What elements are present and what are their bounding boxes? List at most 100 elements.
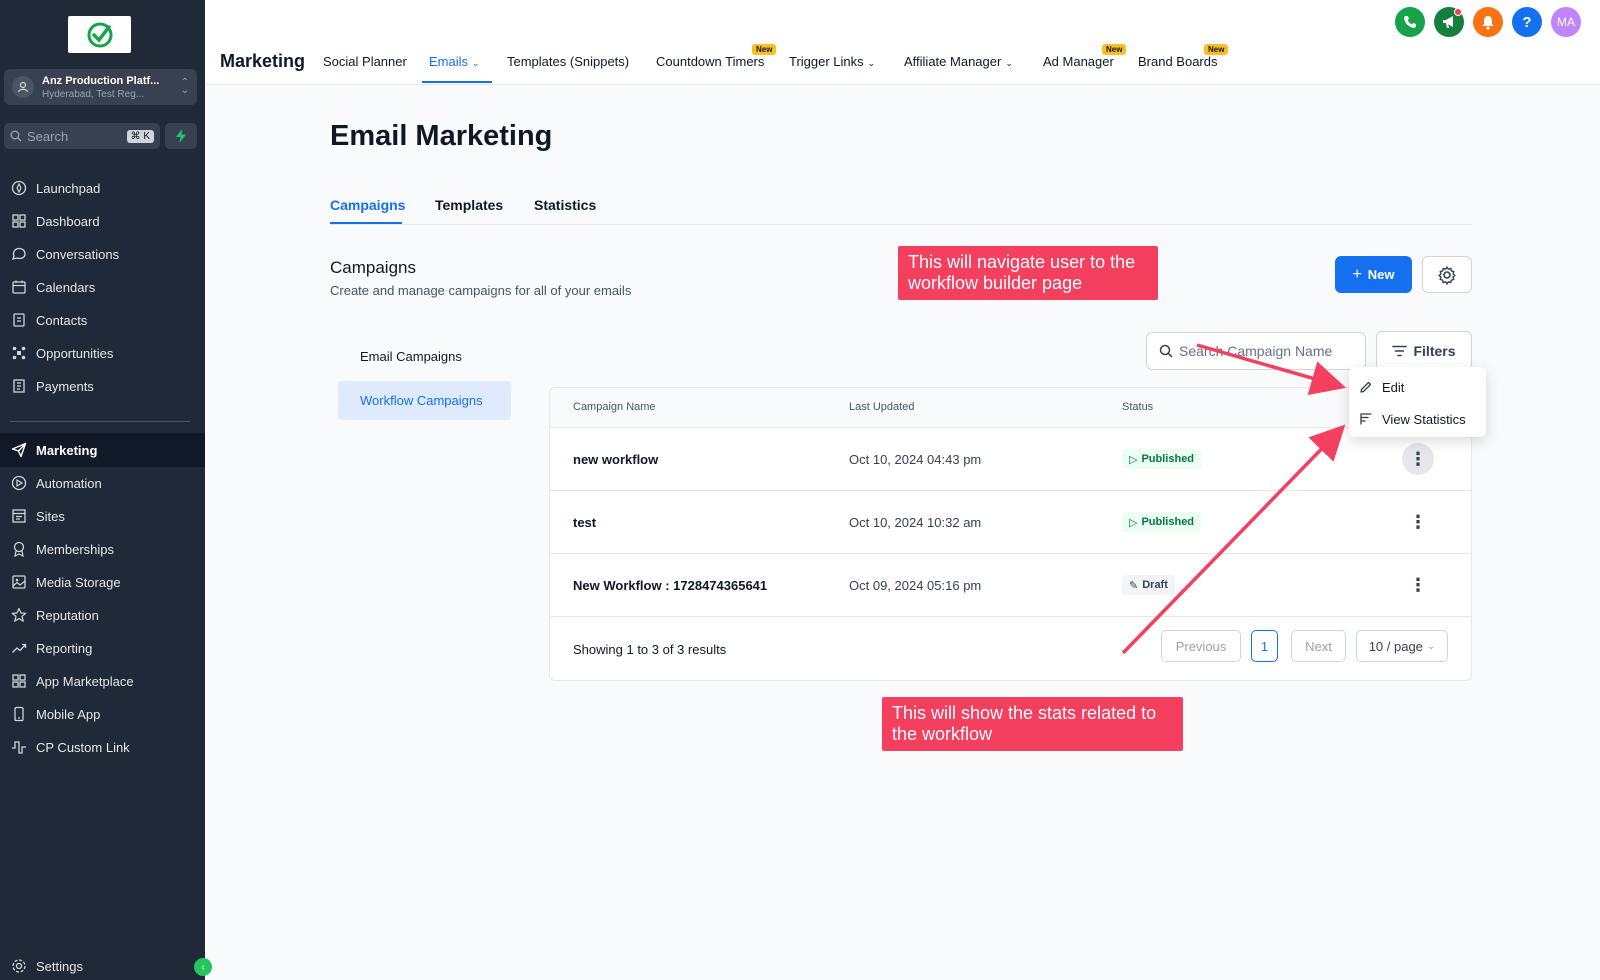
search-placeholder: Search Campaign Name — [1179, 343, 1333, 359]
sidebar-item-label: Media Storage — [36, 574, 121, 590]
tab-templates[interactable]: Templates — [435, 197, 503, 213]
sidebar-item-conversations[interactable]: Conversations — [0, 237, 205, 271]
sidebar-item-automation[interactable]: Automation — [0, 466, 205, 500]
column-header: Last Updated — [849, 401, 915, 413]
sidebar-item-mobile-app[interactable]: Mobile App — [0, 697, 205, 731]
section-title: Marketing — [220, 51, 306, 71]
announcements-button[interactable] — [1434, 7, 1464, 37]
account-name: Anz Production Platf... — [42, 74, 160, 87]
tab-social-planner[interactable]: Social Planner — [323, 54, 407, 69]
page-title: Email Marketing — [330, 120, 553, 152]
sidebar-item-label: Launchpad — [36, 180, 101, 196]
sidebar-item-payments[interactable]: Payments — [0, 369, 205, 403]
notification-dot — [1454, 8, 1462, 16]
bolt-icon — [176, 129, 186, 143]
sidebar-item-marketing[interactable]: Marketing — [0, 433, 205, 467]
edit-label: Edit — [1382, 379, 1405, 395]
sidebar-item-reporting[interactable]: Reporting — [0, 631, 205, 665]
avatar[interactable]: MA — [1551, 7, 1581, 37]
campaign-name[interactable]: test — [573, 515, 596, 530]
sidebar-item-memberships[interactable]: Memberships — [0, 532, 205, 566]
brand-logo[interactable] — [68, 16, 131, 53]
automation-icon — [10, 475, 27, 492]
sidebar-item-launchpad[interactable]: Launchpad — [0, 171, 205, 205]
sites-icon — [10, 508, 27, 525]
chevron-up-down-icon: ⌃ ⌄ — [180, 77, 189, 96]
tab-label: Trigger Links — [789, 54, 864, 69]
sidebar-item-label: Contacts — [36, 312, 88, 328]
row-actions-button[interactable]: ⋮ — [1402, 569, 1434, 601]
tab-statistics[interactable]: Statistics — [534, 197, 596, 213]
campaign-search-input[interactable]: Search Campaign Name — [1146, 332, 1366, 370]
view-statistics-menu-item[interactable]: View Statistics — [1349, 404, 1486, 434]
sidebar-item-media-storage[interactable]: Media Storage — [0, 565, 205, 599]
new-badge: New — [1204, 44, 1229, 55]
quick-actions-button[interactable] — [165, 123, 197, 149]
chevron-left-icon: ‹ — [201, 961, 205, 973]
campaign-name[interactable]: new workflow — [573, 452, 658, 467]
email-campaigns-item[interactable]: Email Campaigns — [338, 337, 511, 376]
sidebar-item-reputation[interactable]: Reputation — [0, 598, 205, 632]
tab-brand-boards[interactable]: Brand Boards — [1138, 54, 1218, 69]
row-actions-menu: Edit View Statistics — [1349, 367, 1486, 437]
sidebar-item-label: App Marketplace — [36, 673, 134, 689]
sidebar-divider — [10, 421, 190, 422]
calendar-icon — [10, 279, 27, 296]
status-label: Published — [1141, 453, 1195, 465]
workflow-campaigns-item[interactable]: Workflow Campaigns — [338, 381, 511, 420]
sidebar-item-calendars[interactable]: Calendars — [0, 270, 205, 304]
sidebar-item-dashboard[interactable]: Dashboard — [0, 204, 205, 238]
tab-campaigns[interactable]: Campaigns — [330, 197, 405, 213]
link-icon — [10, 739, 27, 756]
tab-countdown-timers[interactable]: Countdown Timers — [656, 54, 764, 69]
sidebar-item-contacts[interactable]: Contacts — [0, 303, 205, 337]
bell-icon — [1482, 15, 1494, 29]
edit-menu-item[interactable]: Edit — [1349, 372, 1486, 402]
campaign-name[interactable]: New Workflow : 1728474365641 — [573, 578, 767, 593]
new-campaign-button[interactable]: + New — [1335, 256, 1412, 293]
sidebar-item-opportunities[interactable]: Opportunities — [0, 336, 205, 370]
per-page-select[interactable]: 10 / page ⌄ — [1356, 630, 1448, 662]
tab-emails[interactable]: Emails ⌄ — [429, 54, 480, 69]
sidebar-item-label: Mobile App — [36, 706, 101, 722]
view-statistics-label: View Statistics — [1382, 411, 1466, 427]
sidebar-search[interactable]: Search ⌘ K — [4, 123, 160, 149]
active-tab-indicator — [330, 222, 402, 224]
statistics-icon — [1360, 413, 1372, 425]
table-row[interactable]: New Workflow : 1728474365641 Oct 09, 202… — [550, 554, 1471, 617]
opportunities-icon — [10, 345, 27, 362]
sidebar-item-settings[interactable]: Settings — [0, 949, 205, 980]
help-button[interactable]: ? — [1512, 7, 1542, 37]
account-switcher[interactable]: Anz Production Platf... Hyderabad, Test … — [4, 69, 197, 105]
sidebar-item-sites[interactable]: Sites — [0, 499, 205, 533]
sidebar-item-app-marketplace[interactable]: App Marketplace — [0, 664, 205, 698]
account-location: Hyderabad, Test Reg... — [42, 88, 145, 100]
campaigns-description: Create and manage campaigns for all of y… — [330, 283, 632, 298]
sidebar-item-label: Marketing — [36, 442, 98, 458]
last-updated: Oct 10, 2024 04:43 pm — [849, 452, 982, 467]
tab-templates-snippets[interactable]: Templates (Snippets) — [507, 54, 629, 69]
previous-page-button[interactable]: Previous — [1161, 630, 1241, 662]
status-badge: ✎ Draft — [1122, 575, 1175, 595]
sidebar-collapse-button[interactable]: ‹ — [194, 958, 212, 976]
settings-button[interactable] — [1422, 256, 1472, 293]
tab-affiliate-manager[interactable]: Affiliate Manager ⌄ — [904, 54, 1013, 69]
payments-icon — [10, 378, 27, 395]
check-logo-icon — [87, 22, 112, 47]
callout-edit-annotation: This will navigate user to the workflow … — [898, 246, 1158, 300]
table-row[interactable]: new workflow Oct 10, 2024 04:43 pm ▷ Publ… — [550, 428, 1471, 491]
more-vertical-icon: ⋮ — [1409, 511, 1427, 532]
phone-button[interactable] — [1395, 7, 1425, 37]
row-actions-button[interactable]: ⋮ — [1402, 443, 1434, 475]
notifications-button[interactable] — [1473, 7, 1503, 37]
page-number-button[interactable]: 1 — [1251, 630, 1278, 662]
sidebar-item-label: Dashboard — [36, 213, 100, 229]
tab-trigger-links[interactable]: Trigger Links ⌄ — [789, 54, 875, 69]
next-page-button[interactable]: Next — [1291, 630, 1346, 662]
tab-ad-manager[interactable]: Ad Manager — [1043, 54, 1114, 69]
row-actions-button[interactable]: ⋮ — [1402, 506, 1434, 538]
filters-button[interactable]: Filters — [1376, 331, 1472, 371]
sidebar-item-cp-custom-link[interactable]: CP Custom Link — [0, 730, 205, 764]
table-row[interactable]: test Oct 10, 2024 10:32 am ▷ Published ⋮ — [550, 491, 1471, 554]
rocket-icon — [10, 180, 27, 197]
